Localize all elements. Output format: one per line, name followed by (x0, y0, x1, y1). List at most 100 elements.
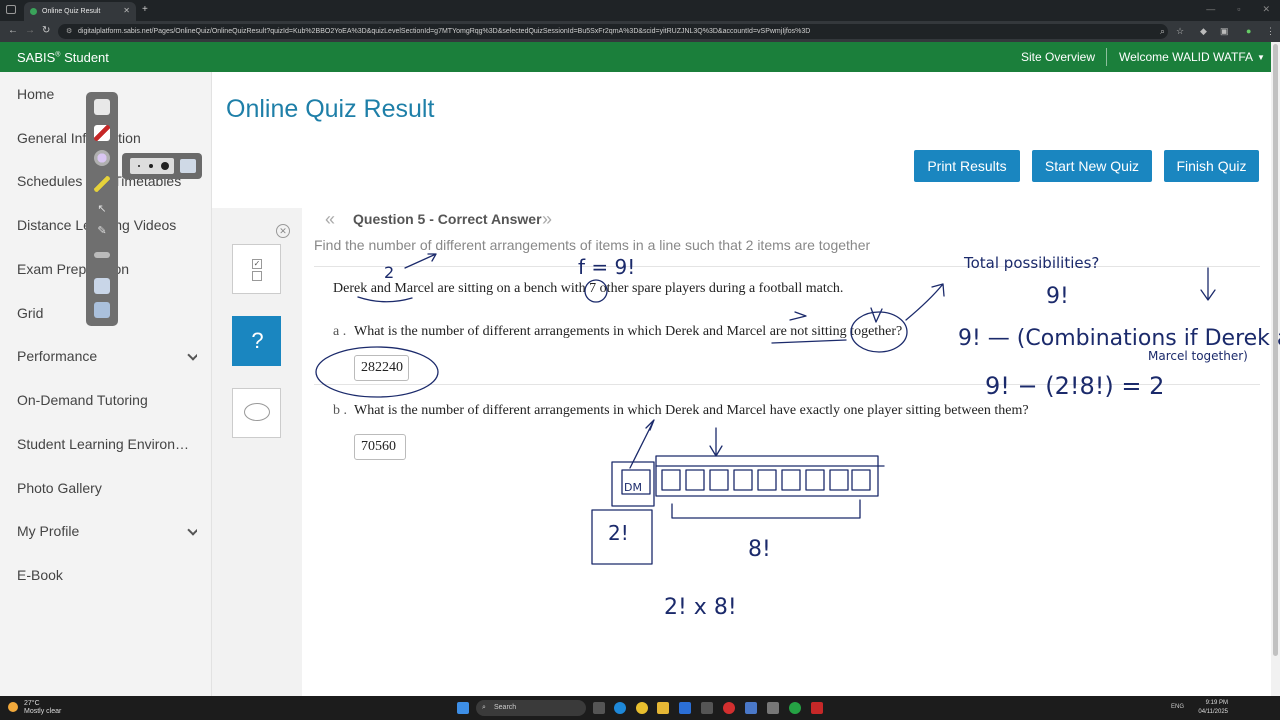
pointer-icon[interactable]: ↖ (94, 202, 110, 218)
minimize-icon[interactable]: — (1206, 4, 1215, 15)
page-scrollbar[interactable] (1271, 42, 1280, 696)
task-view-icon[interactable] (593, 702, 605, 714)
large-size-icon[interactable] (161, 162, 169, 170)
app-icon[interactable] (811, 702, 823, 714)
reload-icon[interactable]: ↻ (42, 25, 50, 36)
ink-line-2: 9! − (2!8!) = 2 (985, 372, 1164, 400)
medium-size-icon[interactable] (149, 164, 153, 168)
file-explorer-icon[interactable] (657, 702, 669, 714)
app-icon[interactable] (723, 702, 735, 714)
board-icon[interactable] (180, 159, 196, 173)
question-list-button[interactable]: ✓ (232, 244, 281, 294)
previous-question-icon[interactable]: « (325, 209, 335, 230)
pen-size-selector[interactable] (130, 158, 174, 174)
ink-seat (709, 469, 729, 491)
clock-date: 04/11/2025 (1198, 709, 1228, 715)
weather-temp: 27°C (24, 700, 40, 707)
screen-capture-icon[interactable] (94, 278, 110, 294)
finish-quiz-button[interactable]: Finish Quiz (1164, 150, 1259, 182)
red-pen-icon[interactable] (94, 125, 110, 141)
chrome-icon[interactable] (636, 702, 648, 714)
start-new-quiz-button[interactable]: Start New Quiz (1032, 150, 1152, 182)
part-a-text: What is the number of different arrangem… (354, 324, 903, 339)
next-question-icon[interactable]: » (542, 209, 552, 230)
app-icon[interactable] (745, 702, 757, 714)
site-header: SABIS® Student Site Overview Welcome WAL… (0, 42, 1280, 72)
scrollbar-thumb[interactable] (1273, 44, 1278, 656)
menu-icon[interactable]: ⋮ (1266, 26, 1275, 37)
user-menu[interactable]: Welcome WALID WATFA ▼ (1119, 50, 1265, 64)
ink-dm-label: DM (624, 481, 642, 494)
weather-moon-icon (8, 702, 18, 712)
start-windows-icon[interactable] (457, 702, 469, 714)
ink-bench-box (655, 455, 879, 497)
ink-seat (851, 469, 871, 491)
pencil-icon[interactable]: ✎ (94, 224, 110, 240)
sidebar-item-learning-environment[interactable]: Student Learning Environm... (17, 436, 197, 452)
brand-logo[interactable]: SABIS® Student (17, 50, 109, 65)
bookmark-star-icon[interactable]: ☆ (1176, 26, 1184, 37)
site-overview-link[interactable]: Site Overview (1021, 50, 1095, 64)
ink-seat (781, 469, 801, 491)
profile-icon[interactable]: ● (1246, 26, 1251, 36)
help-button[interactable]: ? (232, 316, 281, 366)
checkbox-empty-icon (252, 271, 262, 281)
ink-arrow (1200, 267, 1216, 301)
sidebar-item-photo-gallery[interactable]: Photo Gallery (17, 480, 197, 496)
app-icon[interactable] (679, 702, 691, 714)
whiteboard-icon[interactable] (94, 302, 110, 318)
ink-underline (357, 296, 413, 303)
color-picker-icon[interactable] (94, 150, 110, 166)
system-tray[interactable]: ENG (1171, 704, 1184, 710)
checkbox-checked-icon: ✓ (252, 259, 262, 269)
address-bar[interactable]: ⚙ digitalplatform.sabis.net/Pages/Online… (58, 24, 1168, 39)
ink-arrow (709, 427, 723, 457)
taskbar-search[interactable]: ⌕ Search (476, 700, 586, 716)
back-icon[interactable]: ← (8, 25, 18, 36)
close-tab-icon[interactable]: ✕ (123, 6, 130, 15)
shield-icon[interactable]: ◆ (1200, 26, 1207, 37)
question-stem: Derek and Marcel are sitting on a bench … (333, 281, 844, 296)
part-b-answer: 70560 (354, 434, 406, 460)
search-icon[interactable]: ⌕ (1160, 26, 1165, 37)
part-b-text: What is the number of different arrangem… (354, 403, 1029, 418)
browser-toolbar: ← → ↻ ⚙ digitalplatform.sabis.net/Pages/… (0, 21, 1280, 42)
new-tab-icon[interactable]: + (142, 4, 148, 15)
divider (314, 266, 1260, 267)
ink-underline (771, 339, 847, 344)
sidebar-item-ebook[interactable]: E-Book (17, 567, 197, 583)
ink-total-possibilities: Total possibilities? (963, 254, 1099, 272)
ink-seat (661, 469, 681, 491)
sidebar-item-performance[interactable]: Performance (17, 348, 197, 364)
clock-time: 9:19 PM (1205, 700, 1228, 706)
part-a-label: a . (333, 324, 347, 339)
browser-tab[interactable]: Online Quiz Result ✕ (24, 2, 136, 21)
print-results-button[interactable]: Print Results (914, 150, 1020, 182)
small-size-icon[interactable] (138, 165, 140, 167)
ink-bracket (671, 499, 861, 519)
highlighter-icon[interactable] (94, 176, 110, 192)
clock[interactable]: 9:19 PM 04/11/2025 (1198, 699, 1228, 717)
comments-button[interactable] (232, 388, 281, 438)
tab-title: Online Quiz Result (42, 8, 101, 15)
ink-arrow (629, 419, 655, 469)
app-icon[interactable] (767, 702, 779, 714)
eraser-icon[interactable] (94, 99, 110, 115)
site-info-icon[interactable]: ⚙ (66, 24, 72, 39)
maximize-icon[interactable]: ▫ (1237, 4, 1240, 15)
tab-actions-icon[interactable] (6, 5, 16, 14)
app-icon[interactable] (701, 702, 713, 714)
sidebar-item-my-profile[interactable]: My Profile (17, 523, 197, 539)
whatsapp-icon[interactable] (789, 702, 801, 714)
divider (314, 384, 1260, 385)
close-window-icon[interactable]: ✕ (1262, 4, 1270, 15)
sidebar-item-tutoring[interactable]: On-Demand Tutoring (17, 392, 197, 408)
edge-icon[interactable] (614, 702, 626, 714)
close-panel-icon[interactable]: ✕ (276, 224, 290, 238)
ink-2-factorial: 2! (608, 521, 629, 545)
divider-line-icon[interactable] (94, 252, 110, 258)
forward-icon[interactable]: → (25, 25, 35, 36)
site-favicon-icon (30, 8, 37, 15)
extensions-icon[interactable]: ▣ (1220, 26, 1229, 37)
ink-seat (733, 469, 753, 491)
